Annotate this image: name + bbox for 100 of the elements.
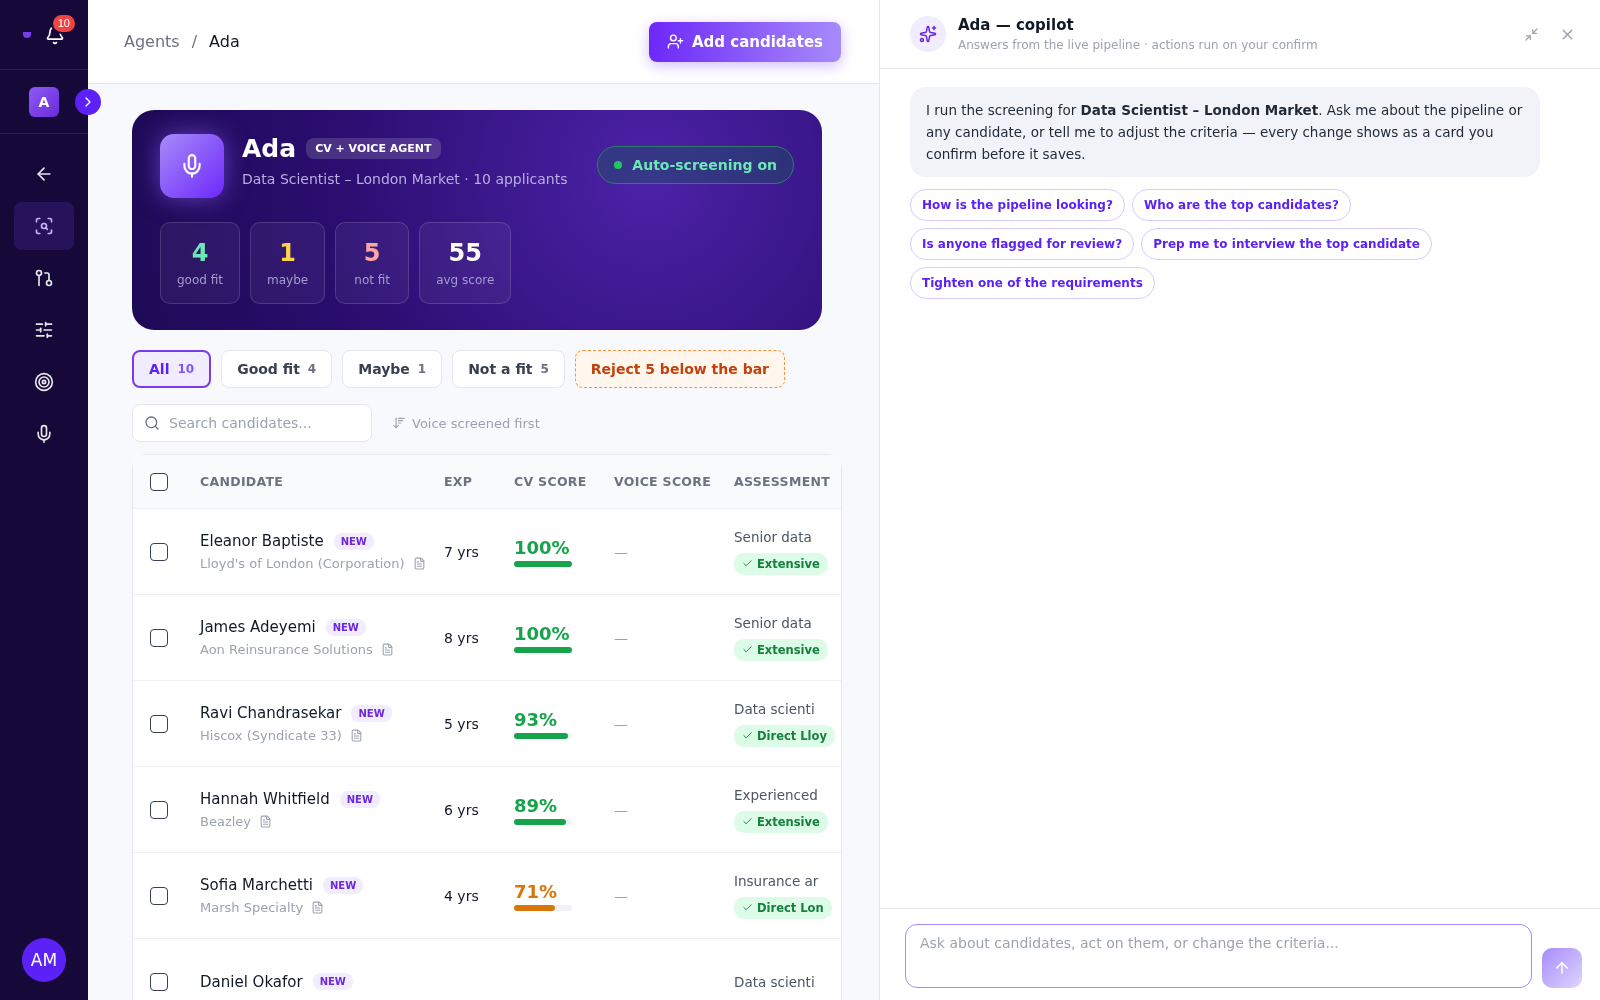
stat-label: good fit bbox=[177, 273, 223, 287]
row-checkbox[interactable] bbox=[150, 800, 168, 819]
company-name: Aon Reinsurance Solutions bbox=[200, 642, 373, 657]
company-name: Lloyd's of London (Corporation) bbox=[200, 556, 405, 571]
workspace-avatar[interactable]: A bbox=[29, 86, 59, 117]
microphone-icon bbox=[160, 134, 224, 198]
check-icon bbox=[742, 902, 753, 913]
experience-cell: 4 yrs bbox=[444, 888, 479, 904]
check-icon bbox=[742, 644, 753, 655]
stat-value: 4 bbox=[191, 239, 209, 267]
experience-cell: 6 yrs bbox=[444, 802, 479, 818]
candidate-name[interactable]: Daniel Okafor bbox=[200, 972, 303, 991]
suggestion-chip[interactable]: How is the pipeline looking? bbox=[910, 189, 1125, 221]
assessment-text: Data scienti bbox=[734, 973, 816, 990]
add-candidates-button[interactable]: Add candidates bbox=[649, 21, 841, 62]
candidate-name[interactable]: Hannah Whitfield bbox=[200, 790, 330, 808]
candidate-name[interactable]: James Adeyemi bbox=[200, 618, 316, 636]
cv-score: 100% bbox=[514, 536, 571, 558]
minimize-icon bbox=[1524, 26, 1539, 42]
stat-label: not fit bbox=[354, 273, 390, 287]
assessment-text: Data scienti bbox=[734, 700, 816, 717]
stat-label: maybe bbox=[267, 273, 309, 287]
notifications-button[interactable]: 10 bbox=[45, 12, 77, 45]
assessment-text: Insurance ar bbox=[734, 872, 820, 889]
cv-score: 100% bbox=[514, 622, 571, 644]
assessment-text: Experienced bbox=[734, 786, 819, 803]
sliders-icon bbox=[34, 320, 54, 340]
new-badge: NEW bbox=[323, 876, 364, 894]
sparkle-icon bbox=[910, 16, 946, 52]
agent-subtitle: Data Scientist – London Market · 10 applicants bbox=[242, 171, 569, 187]
stat-value: 1 bbox=[279, 239, 296, 267]
breadcrumb-link[interactable]: Agents bbox=[124, 32, 180, 51]
expand-button[interactable] bbox=[75, 88, 101, 115]
stat-value: 55 bbox=[448, 239, 482, 267]
suggestion-chip[interactable]: Is anyone flagged for review? bbox=[910, 228, 1135, 260]
sort-icon bbox=[392, 416, 406, 430]
new-badge: NEW bbox=[333, 532, 374, 550]
select-all-checkbox[interactable] bbox=[150, 472, 168, 491]
assessment-tag: Direct Lon bbox=[734, 896, 832, 919]
assessment-tag: Direct Lloy bbox=[734, 724, 835, 747]
agent-name: Ada bbox=[242, 134, 297, 163]
target-icon bbox=[34, 372, 54, 392]
check-icon bbox=[742, 816, 753, 827]
row-checkbox[interactable] bbox=[150, 972, 168, 991]
notification-count: 10 bbox=[50, 12, 77, 34]
row-checkbox[interactable] bbox=[150, 542, 168, 561]
add-user-icon bbox=[667, 33, 684, 50]
cv-score: 93% bbox=[514, 708, 559, 730]
assessment-tag: Extensive bbox=[734, 810, 828, 833]
row-checkbox[interactable] bbox=[150, 714, 168, 733]
suggestion-chip[interactable]: Tighten one of the requirements bbox=[910, 267, 1155, 299]
candidate-name[interactable]: Eleanor Baptiste bbox=[200, 532, 324, 550]
row-checkbox[interactable] bbox=[150, 886, 168, 905]
breadcrumb-separator: / bbox=[191, 32, 198, 51]
suggestion-chip[interactable]: Prep me to interview the top candidate bbox=[1141, 228, 1432, 260]
reject-button[interactable]: Reject 5 below the bar bbox=[574, 350, 785, 388]
company-name: Beazley bbox=[200, 814, 251, 829]
column-header: ASSESSMENT bbox=[734, 474, 832, 489]
assessment-text: Senior data bbox=[734, 614, 813, 631]
message-input[interactable]: Ask about candidates, act on them, or change the criteria... bbox=[905, 924, 1532, 988]
branch-icon bbox=[34, 268, 54, 288]
column-header: CV SCORE bbox=[514, 474, 588, 489]
filter-tab[interactable]: All 10 bbox=[132, 350, 212, 388]
voice-score: — bbox=[614, 888, 628, 904]
column-header: CANDIDATE bbox=[200, 474, 285, 489]
assessment-tag: Extensive bbox=[734, 638, 828, 661]
row-checkbox[interactable] bbox=[150, 628, 168, 647]
candidate-name[interactable]: Sofia Marchetti bbox=[200, 876, 313, 894]
column-header: EXP bbox=[444, 474, 474, 489]
status-pill[interactable]: Auto-screening on bbox=[597, 146, 794, 184]
copilot-subtitle: Answers from the live pipeline · actions run on your confirm bbox=[958, 38, 1319, 52]
agent-type-badge: CV + VOICE AGENT bbox=[306, 138, 441, 159]
search-icon bbox=[144, 415, 160, 431]
logo-icon bbox=[23, 31, 31, 38]
suggestion-chip[interactable]: Who are the top candidates? bbox=[1131, 189, 1351, 221]
voice-score: — bbox=[614, 802, 628, 818]
experience-cell: 5 yrs bbox=[444, 716, 479, 732]
new-badge: NEW bbox=[339, 790, 380, 808]
scan-search-icon bbox=[34, 216, 54, 236]
stat-value: 5 bbox=[363, 239, 381, 267]
filter-tab[interactable]: Not a fit 5 bbox=[452, 350, 565, 388]
microphone-icon bbox=[34, 424, 54, 444]
stat-label: avg score bbox=[436, 273, 495, 287]
search-field[interactable]: Search candidates... bbox=[132, 404, 372, 442]
assistant-message: I run the screening for Data Scientist – London Market. Ask me about the pipeline or any candidate, or tell me to adjust the criteria — every change shows as a card you confirm before it saves. bbox=[910, 87, 1540, 177]
company-name: Marsh Specialty bbox=[200, 900, 304, 915]
experience-cell: 8 yrs bbox=[444, 630, 479, 646]
voice-score: — bbox=[614, 716, 628, 732]
scan-search-button[interactable] bbox=[14, 202, 74, 250]
breadcrumb-current: Ada bbox=[209, 32, 240, 51]
new-badge: NEW bbox=[312, 973, 353, 990]
filter-tab[interactable]: Good fit 4 bbox=[221, 350, 333, 388]
assessment-tag: Extensive bbox=[734, 552, 828, 575]
filter-tab[interactable]: Maybe 1 bbox=[342, 350, 443, 388]
company-name: Hiscox (Syndicate 33) bbox=[200, 728, 342, 743]
cv-score: 71% bbox=[514, 880, 559, 902]
new-badge: NEW bbox=[351, 704, 392, 722]
experience-cell: 7 yrs bbox=[444, 544, 479, 560]
user-avatar[interactable]: AM bbox=[22, 938, 66, 982]
candidate-name[interactable]: Ravi Chandrasekar bbox=[200, 704, 342, 722]
